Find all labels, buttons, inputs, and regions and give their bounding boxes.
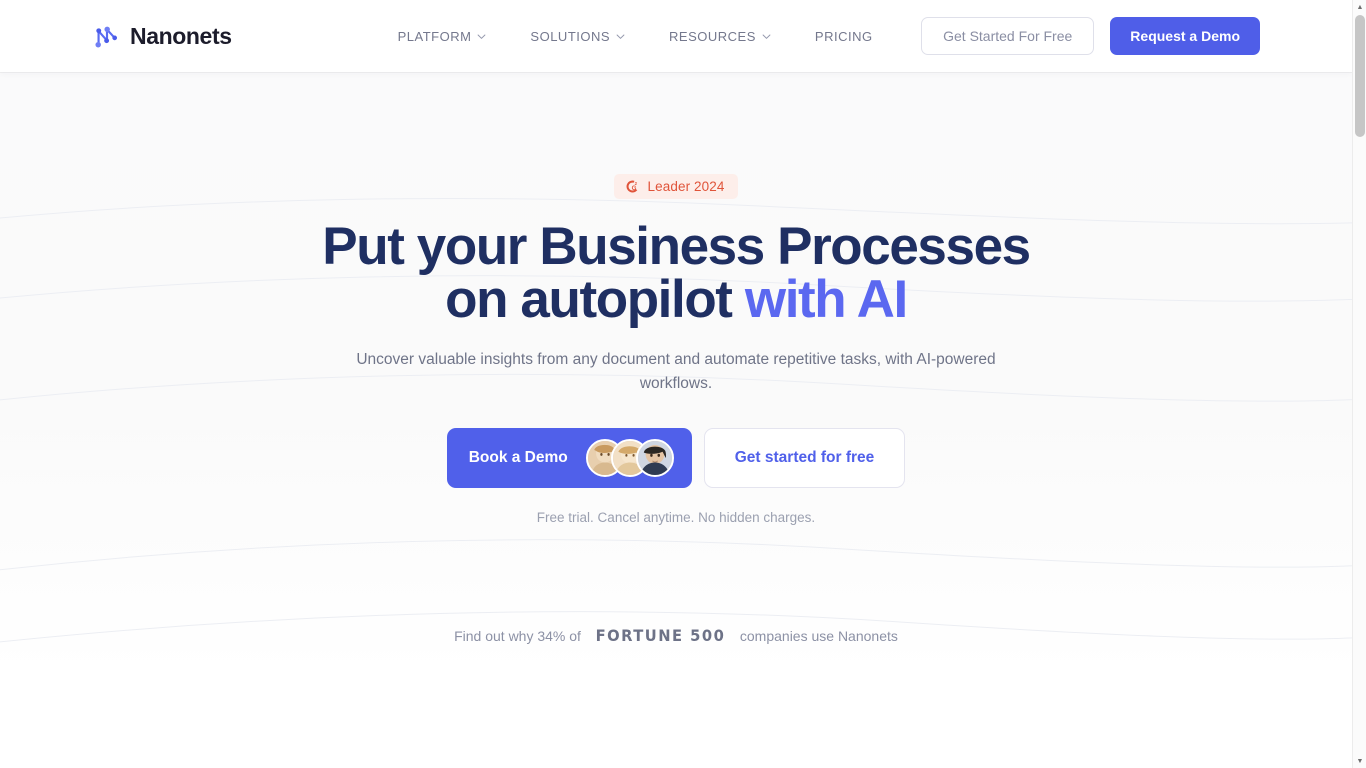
social-proof-suffix: companies use Nanonets xyxy=(739,628,898,645)
page-scrollbar[interactable]: ▲ ▼ xyxy=(1352,0,1366,768)
book-a-demo-label: Book a Demo xyxy=(468,449,568,467)
avatar xyxy=(635,439,674,478)
nav-label-pricing: PRICING xyxy=(814,28,873,44)
site-header: Nanonets PLATFORM SOLUTIONS RESOURCES PR… xyxy=(0,0,1352,72)
nav-item-resources[interactable]: RESOURCES xyxy=(669,29,771,44)
g2-logo-icon: G 2 xyxy=(625,179,640,194)
hero-content: G 2 Leader 2024 Put your Business Proces… xyxy=(0,72,1352,525)
nav-label-solutions: SOLUTIONS xyxy=(530,28,611,44)
request-a-demo-button[interactable]: Request a Demo xyxy=(1110,17,1260,55)
svg-text:2: 2 xyxy=(634,181,637,186)
get-started-for-free-button[interactable]: Get Started For Free xyxy=(921,17,1095,55)
scrollbar-thumb[interactable] xyxy=(1355,15,1365,137)
g2-leader-badge[interactable]: G 2 Leader 2024 xyxy=(613,174,739,199)
nav-item-pricing[interactable]: PRICING xyxy=(815,29,873,44)
chevron-down-icon xyxy=(762,31,771,41)
headline-line-1: Put your Business Processes xyxy=(322,217,1031,276)
social-proof-prefix: Find out why 34% of xyxy=(454,628,581,645)
headline-line-2-plain: on autopilot xyxy=(445,270,745,329)
main-navigation: PLATFORM SOLUTIONS RESOURCES PRICING xyxy=(398,29,873,44)
nav-label-platform: PLATFORM xyxy=(397,28,472,44)
nanonets-logo-icon xyxy=(92,21,122,51)
page-content: Nanonets PLATFORM SOLUTIONS RESOURCES PR… xyxy=(0,0,1352,768)
nanonets-logo-text: Nanonets xyxy=(130,22,232,49)
social-proof-line: Find out why 34% of FORTUNE 500 companie… xyxy=(454,626,898,645)
nanonets-logo[interactable]: Nanonets xyxy=(92,21,232,51)
hero-fineprint: Free trial. Cancel anytime. No hidden ch… xyxy=(536,510,816,526)
avatar-group xyxy=(585,439,674,478)
scrollbar-up-arrow-icon[interactable]: ▲ xyxy=(1353,0,1366,14)
g2-badge-label: Leader 2024 xyxy=(647,179,725,194)
browser-viewport: Nanonets PLATFORM SOLUTIONS RESOURCES PR… xyxy=(0,0,1366,768)
chevron-down-icon xyxy=(616,31,625,41)
book-a-demo-button[interactable]: Book a Demo xyxy=(446,428,692,489)
header-cta-group: Get Started For Free Request a Demo xyxy=(921,17,1260,55)
nav-item-platform[interactable]: PLATFORM xyxy=(398,29,487,44)
fortune-500-logo: FORTUNE 500 xyxy=(595,626,726,646)
social-proof-section: Find out why 34% of FORTUNE 500 companie… xyxy=(0,626,1352,676)
hero-section: G 2 Leader 2024 Put your Business Proces… xyxy=(0,72,1352,676)
hero-subheading: Uncover valuable insights from any docum… xyxy=(356,351,996,393)
nav-item-solutions[interactable]: SOLUTIONS xyxy=(530,29,625,44)
scrollbar-down-arrow-icon[interactable]: ▼ xyxy=(1353,754,1366,768)
get-started-for-free-hero-button[interactable]: Get started for free xyxy=(703,428,906,489)
hero-cta-group: Book a Demo Get started for free xyxy=(446,428,906,489)
page-title: Put your Business Processes on autopilot… xyxy=(322,217,1031,329)
headline-line-2-accent: with AI xyxy=(744,270,908,329)
nav-label-resources: RESOURCES xyxy=(669,28,756,44)
chevron-down-icon xyxy=(477,31,486,41)
